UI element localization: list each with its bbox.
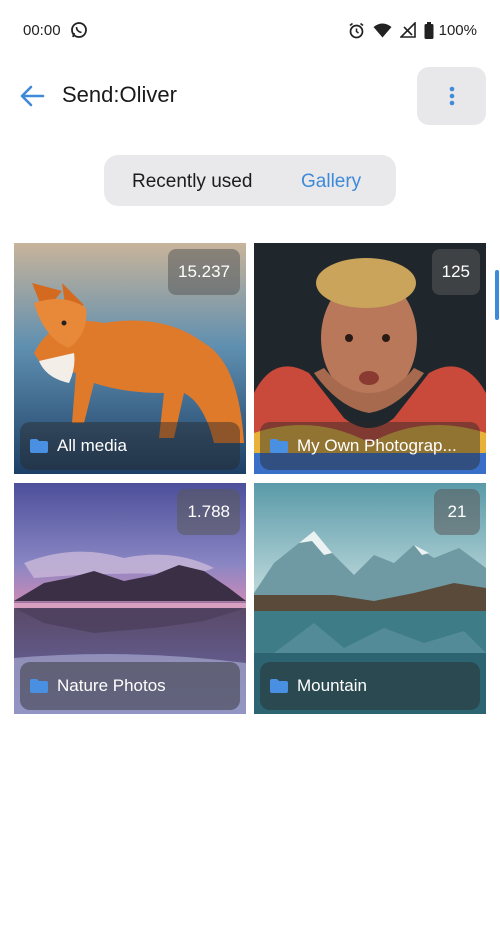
folder-icon (270, 439, 288, 453)
alarm-icon (349, 22, 364, 38)
folder-icon (30, 439, 48, 453)
album-label: Nature Photos (20, 662, 240, 710)
wifi-icon (373, 23, 392, 37)
album-count-badge: 1.788 (177, 489, 240, 535)
tab-recently-used[interactable]: Recently used (132, 171, 252, 193)
status-time: 00:00 (23, 22, 61, 39)
album-name: Mountain (297, 676, 367, 695)
back-button[interactable] (14, 78, 50, 114)
album-tile-mountain[interactable]: 21 Mountain (254, 483, 486, 714)
page-title: Send:Oliver (62, 82, 177, 107)
album-tile-nature-photos[interactable]: 1.788 Nature Photos (14, 483, 246, 714)
tab-gallery[interactable]: Gallery (301, 171, 361, 193)
battery-percent: 100% (438, 21, 477, 39)
album-count-badge: 125 (431, 249, 480, 295)
album-label: Mountain (260, 662, 480, 710)
folder-icon (270, 679, 288, 693)
album-name: Nature Photos (57, 676, 166, 695)
whatsapp-icon (71, 22, 87, 38)
album-name: My Own Photograp... (297, 436, 457, 455)
more-options-button[interactable] (417, 67, 486, 125)
album-count-badge: 15.237 (168, 249, 240, 295)
status-bar: 00:00 100% (0, 0, 500, 62)
status-icons: 100% (348, 21, 477, 39)
album-tile-all-media[interactable]: 15.237 All media (14, 243, 246, 474)
folder-icon (30, 679, 48, 693)
more-vert-icon (449, 86, 454, 106)
signal-icon (399, 22, 416, 38)
album-name: All media (57, 436, 127, 455)
album-tile-my-own-photographs[interactable]: 125 My Own Photograp... (254, 243, 486, 474)
battery-icon (424, 21, 434, 39)
album-label: All media (20, 422, 240, 470)
album-label: My Own Photograp... (260, 422, 480, 470)
source-tabs: Recently used Gallery (104, 155, 396, 206)
scrollbar-thumb[interactable] (495, 270, 499, 320)
album-count-badge: 21 (434, 489, 480, 535)
arrow-left-icon (20, 85, 45, 107)
